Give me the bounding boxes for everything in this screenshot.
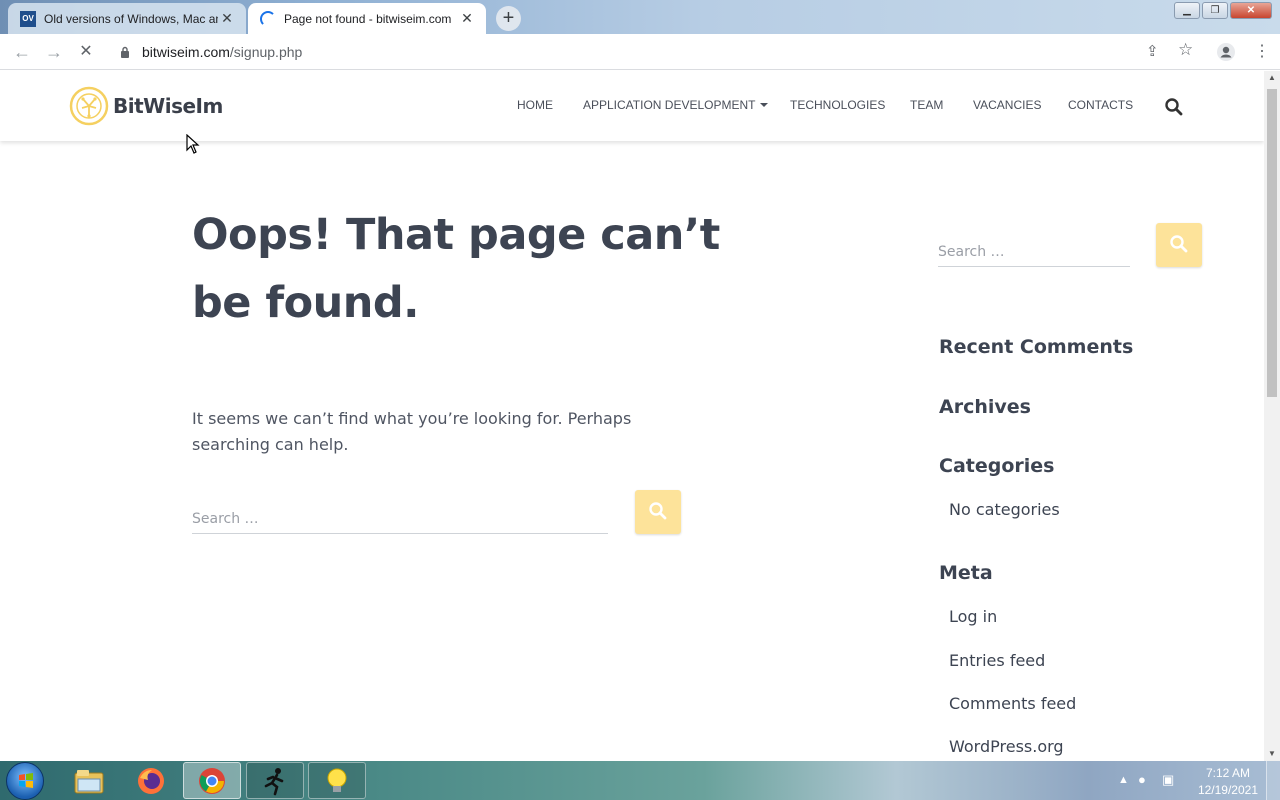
categories-heading: Categories [939, 455, 1055, 477]
meta-link-comments-feed[interactable]: Comments feed [949, 694, 1076, 713]
tab-old-versions[interactable]: OV Old versions of Windows, Mac and ✕ [8, 3, 246, 34]
nav-item-application-development[interactable]: APPLICATION DEVELOPMENT [583, 98, 769, 112]
taskbar-explorer[interactable] [60, 762, 118, 799]
tab-title: Old versions of Windows, Mac and [44, 11, 218, 26]
tab-close-icon[interactable]: ✕ [218, 10, 236, 27]
tab-title: Page not found - bitwiseim.com [284, 11, 452, 26]
close-window-button[interactable]: ✕ [1230, 2, 1272, 19]
share-icon[interactable]: ⇪ [1146, 43, 1159, 61]
monitor-icon[interactable]: ▣ [1162, 772, 1174, 788]
runner-icon [264, 767, 284, 795]
main-nav: HOME APPLICATION DEVELOPMENT TECHNOLOGIE… [0, 98, 1264, 118]
browser-tab-strip: OV Old versions of Windows, Mac and ✕ Pa… [0, 0, 1280, 34]
taskbar-runner-app[interactable] [246, 762, 304, 799]
search-icon [649, 501, 667, 519]
main-search-button[interactable] [635, 490, 681, 534]
start-button[interactable] [6, 762, 44, 800]
back-arrow-icon[interactable]: ← [10, 40, 34, 64]
recent-comments-heading: Recent Comments [939, 336, 1134, 358]
nav-item-home[interactable]: HOME [517, 98, 553, 112]
caret-down-icon [760, 103, 769, 107]
windows-taskbar: ▲ ● ▣ 7:12 AM 12/19/2021 [0, 761, 1280, 800]
not-found-message: It seems we can’t find what you’re looki… [192, 409, 632, 454]
meta-link-entries-feed[interactable]: Entries feed [949, 651, 1045, 670]
web-page: BitWiseIm HOME APPLICATION DEVELOPMENT T… [0, 71, 1264, 761]
scrollbar-thumb[interactable] [1267, 89, 1277, 397]
nav-item-contacts[interactable]: CONTACTS [1068, 98, 1133, 112]
window-controls: ▁ ❐ ✕ [1174, 2, 1272, 19]
tab-page-not-found[interactable]: Page not found - bitwiseim.com ✕ [248, 3, 486, 34]
taskbar-chrome[interactable] [183, 762, 241, 799]
profile-icon[interactable] [1216, 42, 1236, 62]
address-bar[interactable]: bitwiseim.com/signup.php [110, 38, 1210, 66]
nav-search-icon[interactable] [1164, 97, 1184, 117]
meta-heading: Meta [939, 562, 993, 584]
clock-date: 12/19/2021 [1197, 783, 1258, 797]
minimize-button[interactable]: ▁ [1174, 2, 1200, 19]
mouse-cursor-icon [186, 134, 200, 154]
nav-label: APPLICATION DEVELOPMENT [583, 98, 756, 112]
lock-icon [121, 46, 129, 58]
forward-arrow-icon[interactable]: → [42, 40, 66, 64]
network-globe-icon[interactable]: ● [1138, 772, 1146, 787]
system-clock[interactable]: 7:12 AM 12/19/2021 [1198, 765, 1258, 799]
taskbar-firefox[interactable] [122, 762, 180, 799]
nav-item-technologies[interactable]: TECHNOLOGIES [790, 98, 885, 112]
lightbulb-icon [327, 768, 347, 792]
scroll-up-arrow-icon[interactable]: ▲ [1264, 71, 1280, 85]
new-tab-button[interactable]: + [496, 6, 521, 31]
ov-favicon-icon: OV [20, 10, 36, 27]
meta-link-wordpress[interactable]: WordPress.org [949, 737, 1064, 756]
category-item: No categories [949, 500, 1060, 519]
firefox-icon [138, 767, 164, 794]
page-scrollbar[interactable]: ▲ ▼ [1264, 71, 1280, 761]
clock-time: 7:12 AM [1205, 766, 1250, 780]
system-tray: ▲ ● ▣ 7:12 AM 12/19/2021 [1110, 761, 1280, 800]
nav-item-team[interactable]: TEAM [910, 98, 943, 112]
meta-link-log-in[interactable]: Log in [949, 607, 997, 626]
chrome-icon [199, 767, 225, 794]
loading-spinner-icon [260, 10, 276, 27]
maximize-button[interactable]: ❐ [1202, 2, 1228, 19]
bookmark-star-icon[interactable]: ☆ [1178, 41, 1193, 59]
show-hidden-icons-icon[interactable]: ▲ [1118, 774, 1129, 786]
url-host: bitwiseim.com [142, 44, 230, 60]
url-text: bitwiseim.com/signup.php [142, 44, 302, 60]
sidebar-search-input[interactable] [938, 237, 1130, 267]
page-title: Oops! That page can’t be found. [192, 210, 720, 328]
sidebar-search-button[interactable] [1156, 223, 1202, 267]
nav-item-vacancies[interactable]: VACANCIES [973, 98, 1041, 112]
site-header: BitWiseIm HOME APPLICATION DEVELOPMENT T… [0, 71, 1264, 141]
main-search-input[interactable] [192, 504, 608, 534]
scroll-down-arrow-icon[interactable]: ▼ [1264, 747, 1280, 761]
menu-kebab-icon[interactable]: ⋮ [1254, 43, 1270, 61]
browser-toolbar: ← → ✕ bitwiseim.com/signup.php ⇪ ☆ ⋮ [0, 34, 1280, 70]
url-path: /signup.php [229, 44, 303, 60]
windows-explorer-icon [74, 769, 104, 793]
stop-loading-icon[interactable]: ✕ [74, 40, 98, 64]
taskbar-lightbulb-app[interactable] [308, 762, 366, 799]
windows-logo-icon [19, 773, 33, 788]
tab-close-icon[interactable]: ✕ [458, 10, 476, 27]
search-icon [1170, 234, 1188, 252]
show-desktop-button[interactable] [1266, 761, 1280, 800]
archives-heading: Archives [939, 396, 1031, 418]
